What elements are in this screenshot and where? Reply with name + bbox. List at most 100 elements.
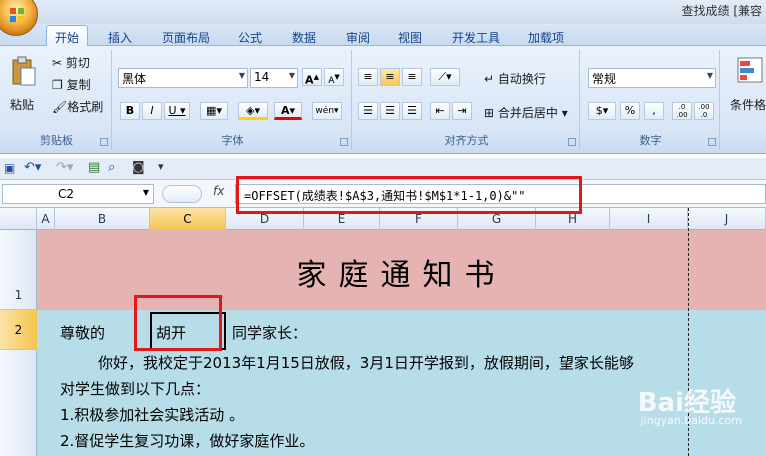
tab-view[interactable]: 视图 bbox=[390, 27, 430, 46]
cell-highlight-box bbox=[134, 295, 222, 351]
align-top-icon: ≡ bbox=[363, 70, 373, 83]
number-group-label: 数字 bbox=[639, 134, 662, 147]
greeting-suffix[interactable]: 同学家长： bbox=[232, 322, 307, 343]
tab-review[interactable]: 审阅 bbox=[338, 27, 378, 46]
camera-icon[interactable]: ◙ bbox=[132, 160, 145, 175]
chevron-down-icon: ▼ bbox=[238, 71, 245, 80]
tab-home[interactable]: 开始 bbox=[46, 25, 89, 47]
wrap-text-button[interactable]: ↵ 自动换行 bbox=[484, 70, 546, 87]
paste-icon bbox=[12, 56, 36, 86]
tab-data[interactable]: 数据 bbox=[284, 27, 324, 46]
borders-icon: ▦ bbox=[206, 104, 217, 117]
cut-button[interactable]: ✂ 剪切 bbox=[52, 54, 90, 71]
align-middle-icon: ≡ bbox=[385, 70, 395, 83]
tab-addins[interactable]: 加载项 bbox=[520, 27, 572, 46]
copy-label: 复制 bbox=[66, 78, 91, 92]
formula-highlight-box bbox=[236, 176, 582, 214]
align-right-button[interactable]: ☰ bbox=[402, 102, 422, 120]
merge-label: 合并后居中 bbox=[497, 106, 558, 120]
tab-page-layout[interactable]: 页面布局 bbox=[154, 27, 218, 46]
currency-button[interactable]: $▾ bbox=[588, 102, 616, 120]
ribbon-tabs: 开始 插入 页面布局 公式 数据 审阅 视图 开发工具 加载项 bbox=[0, 24, 766, 47]
align-middle-button[interactable]: ≡ bbox=[380, 68, 400, 86]
notice-line-3[interactable]: 1.积极参加社会实践活动 。 bbox=[60, 404, 244, 425]
notice-line-1[interactable]: 你好，我校定于2013年1月15日放假，3月1日开学报到，放假期间，望家长能够 bbox=[98, 352, 634, 373]
name-box-value: C2 bbox=[58, 187, 75, 201]
orientation-button[interactable]: ⟋▾ bbox=[430, 68, 460, 86]
font-color-button[interactable]: A▾ bbox=[274, 102, 302, 120]
format-painter-button[interactable]: 🖌格式刷 bbox=[52, 98, 103, 115]
decrease-decimal-button[interactable]: .00 .0 bbox=[694, 102, 714, 120]
sheet-title[interactable]: 家庭通知书 bbox=[37, 250, 766, 294]
chevron-down-icon: ▼ bbox=[288, 71, 295, 80]
increase-indent-button[interactable]: ⇥ bbox=[452, 102, 472, 120]
merge-icon: ⊞ bbox=[484, 106, 495, 120]
title-bar: 查找成绩 [兼容 bbox=[0, 0, 766, 24]
font-launcher-icon[interactable] bbox=[340, 138, 348, 146]
align-bottom-button[interactable]: ≡ bbox=[402, 68, 422, 86]
italic-button[interactable]: I bbox=[142, 102, 162, 120]
copy-icon: ❐ bbox=[52, 78, 63, 92]
tab-insert[interactable]: 插入 bbox=[100, 27, 140, 46]
wrap-text-icon: ↵ bbox=[484, 72, 495, 86]
customize-qat-icon[interactable]: ▾ bbox=[158, 160, 164, 173]
column-header-j[interactable]: J bbox=[688, 208, 766, 230]
name-box[interactable]: C2 ▼ bbox=[2, 184, 154, 204]
bold-button[interactable]: B bbox=[120, 102, 140, 120]
shrink-font-button[interactable]: A▼ bbox=[324, 68, 344, 86]
column-header-c[interactable]: C bbox=[150, 208, 226, 230]
conditional-formatting-button[interactable]: 条件格式 bbox=[728, 54, 766, 120]
align-center-button[interactable]: ☰ bbox=[380, 102, 400, 120]
column-header-a[interactable]: A bbox=[37, 208, 55, 230]
office-logo-icon bbox=[10, 8, 24, 22]
insert-function-button[interactable]: fx bbox=[213, 184, 235, 204]
alignment-launcher-icon[interactable] bbox=[568, 138, 576, 146]
column-header-b[interactable]: B bbox=[55, 208, 150, 230]
number-format-combo[interactable]: 常规 ▼ bbox=[588, 68, 716, 88]
print-preview-icon[interactable]: ⌕ bbox=[108, 160, 115, 175]
copy-button[interactable]: ❐ 复制 bbox=[52, 76, 91, 93]
notice-line-2[interactable]: 对学生做到以下几点： bbox=[60, 378, 210, 399]
row-header-2[interactable]: 2 bbox=[0, 310, 37, 350]
grow-font-button[interactable]: A▲ bbox=[302, 68, 322, 87]
tab-developer[interactable]: 开发工具 bbox=[444, 27, 508, 46]
wrap-text-label: 自动换行 bbox=[497, 72, 546, 86]
comma-button[interactable]: , bbox=[644, 102, 664, 120]
align-center-icon: ☰ bbox=[385, 104, 395, 117]
font-group-label: 字体 bbox=[221, 134, 244, 147]
row-header-1[interactable]: 1 bbox=[0, 230, 37, 310]
clipboard-launcher-icon[interactable] bbox=[100, 138, 108, 146]
redo-icon[interactable]: ↷▾ bbox=[56, 160, 73, 175]
fill-color-button[interactable]: ◈▾ bbox=[238, 102, 268, 120]
underline-label: U bbox=[168, 104, 177, 117]
column-header-i[interactable]: I bbox=[610, 208, 688, 230]
font-name-value: 黑体 bbox=[122, 72, 147, 86]
window-title: 查找成绩 [兼容 bbox=[681, 4, 763, 18]
notice-line-4[interactable]: 2.督促学生复习功课，做好家庭作业。 bbox=[60, 430, 314, 451]
paste-button[interactable]: 粘贴 bbox=[8, 56, 40, 116]
greeting-prefix[interactable]: 尊敬的 bbox=[60, 322, 105, 343]
save-icon[interactable]: ▣ bbox=[4, 161, 15, 175]
increase-decimal-button[interactable]: .0 .00 bbox=[672, 102, 692, 120]
percent-button[interactable]: % bbox=[620, 102, 640, 120]
scissors-icon: ✂ bbox=[52, 56, 63, 70]
align-left-button[interactable]: ☰ bbox=[358, 102, 378, 120]
formula-bar-splitter[interactable] bbox=[162, 185, 202, 203]
currency-icon: $ bbox=[595, 104, 603, 117]
undo-icon[interactable]: ↶▾ bbox=[24, 160, 41, 175]
merge-center-button[interactable]: ⊞ 合并后居中 ▾ bbox=[484, 104, 568, 121]
number-launcher-icon[interactable] bbox=[708, 138, 716, 146]
tab-formulas[interactable]: 公式 bbox=[230, 27, 270, 46]
borders-button[interactable]: ▦▾ bbox=[200, 102, 228, 120]
phonetic-button[interactable]: wén▾ bbox=[312, 102, 342, 120]
decrease-indent-button[interactable]: ⇤ bbox=[430, 102, 450, 120]
spreadsheet-icon[interactable]: ▤ bbox=[88, 160, 100, 175]
align-top-button[interactable]: ≡ bbox=[358, 68, 378, 86]
select-all-corner[interactable] bbox=[0, 208, 37, 230]
row-headers: 1 2 bbox=[0, 230, 37, 456]
underline-button[interactable]: U ▾ bbox=[164, 102, 190, 120]
format-painter-label: 格式刷 bbox=[67, 100, 104, 114]
font-size-combo[interactable]: 14 ▼ bbox=[250, 68, 298, 88]
font-name-combo[interactable]: 黑体 ▼ bbox=[118, 68, 248, 88]
clipboard-group-label: 剪贴板 bbox=[40, 134, 73, 147]
